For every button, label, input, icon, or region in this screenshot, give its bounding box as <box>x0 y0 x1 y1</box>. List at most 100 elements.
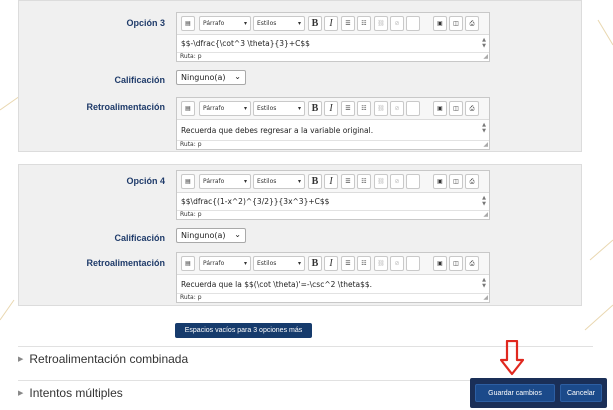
toolbar-toggle-icon[interactable]: ▤ <box>181 174 195 189</box>
media-icon[interactable]: ◫ <box>449 256 463 271</box>
chevron-down-icon: ▾ <box>243 178 247 185</box>
italic-button[interactable]: I <box>324 101 338 116</box>
chevron-down-icon: ▾ <box>297 260 301 267</box>
option3-feedback-label: Retroalimentación <box>86 102 165 112</box>
unlink-icon[interactable]: ⊘ <box>390 174 404 189</box>
resize-grip-icon[interactable]: ◢ <box>483 211 488 219</box>
file-manage-icon[interactable]: ⎙ <box>465 174 479 189</box>
ordered-list-icon[interactable]: ☷ <box>357 256 371 271</box>
cancel-button[interactable]: Cancelar <box>560 384 602 402</box>
scroll-arrows-icon[interactable]: ▲ ▼ <box>482 195 486 207</box>
unordered-list-icon[interactable]: ☰ <box>341 16 355 31</box>
section-title: Retroalimentación combinada <box>29 351 189 366</box>
option3-feedback-editor[interactable]: ▤ Párrafo ▾ Estilos ▾ B I ☰ ☷ ⛓ ⊘ ▣ ◫ ⎙ Re… <box>176 97 490 150</box>
editor-path: Ruta: p ◢ <box>177 140 489 149</box>
ordered-list-icon[interactable]: ☷ <box>357 174 371 189</box>
bold-button[interactable]: B <box>308 101 322 116</box>
option3-grade-label: Calificación <box>114 75 165 85</box>
bold-button[interactable]: B <box>308 174 322 189</box>
scroll-arrows-icon[interactable]: ▲ ▼ <box>482 277 486 289</box>
option4-label: Opción 4 <box>126 176 165 186</box>
editor-toolbar: ▤ Párrafo ▾ Estilos ▾ B I ☰ ☷ ⛓ ⊘ ▣ ◫ ⎙ <box>177 253 489 275</box>
paragraph-select[interactable]: Párrafo ▾ <box>199 174 251 189</box>
image-icon[interactable]: ▣ <box>433 256 447 271</box>
chevron-down-icon: ▾ <box>297 178 301 185</box>
styles-select[interactable]: Estilos ▾ <box>253 256 305 271</box>
editor-path: Ruta: p ◢ <box>177 210 489 219</box>
file-manage-icon[interactable]: ⎙ <box>465 256 479 271</box>
resize-grip-icon[interactable]: ◢ <box>483 141 488 149</box>
unlink-icon[interactable]: ⊘ <box>390 101 404 116</box>
blank-slots-button[interactable]: Espacios vacíos para 3 opciones más <box>175 323 312 338</box>
link-icon[interactable]: ⛓ <box>374 174 388 189</box>
italic-button[interactable]: I <box>324 174 338 189</box>
styles-select[interactable]: Estilos ▾ <box>253 16 305 31</box>
media-icon[interactable]: ◫ <box>449 174 463 189</box>
resize-grip-icon[interactable]: ◢ <box>483 53 488 61</box>
emoticon-icon[interactable] <box>406 16 420 31</box>
option4-grade-select[interactable]: Ninguno(a) ⌄ <box>176 228 246 243</box>
emoticon-icon[interactable] <box>406 256 420 271</box>
option3-answer-editor[interactable]: ▤ Párrafo ▾ Estilos ▾ B I ☰ ☷ ⛓ ⊘ ▣ ◫ ⎙ $$… <box>176 12 490 62</box>
toolbar-toggle-icon[interactable]: ▤ <box>181 256 195 271</box>
save-button[interactable]: Guardar cambios <box>475 384 555 402</box>
editor-path: Ruta: p ◢ <box>177 52 489 61</box>
chevron-down-icon: ▾ <box>243 260 247 267</box>
action-bar: Guardar cambios Cancelar <box>470 378 607 408</box>
option4-grade-label: Calificación <box>114 233 165 243</box>
paragraph-select[interactable]: Párrafo ▾ <box>199 101 251 116</box>
emoticon-icon[interactable] <box>406 174 420 189</box>
ordered-list-icon[interactable]: ☷ <box>357 16 371 31</box>
unordered-list-icon[interactable]: ☰ <box>341 174 355 189</box>
scroll-arrows-icon[interactable]: ▲ ▼ <box>482 122 486 134</box>
option3-panel: Opción 3 ▤ Párrafo ▾ Estilos ▾ B I ☰ ☷ ⛓ ⊘… <box>18 0 582 152</box>
answer-content[interactable]: $$\dfrac{(1-x^2)^{3/2}}{3x^3}+C$$ ▲ ▼ <box>177 193 489 210</box>
option4-answer-editor[interactable]: ▤ Párrafo ▾ Estilos ▾ B I ☰ ☷ ⛓ ⊘ ▣ ◫ ⎙ $$… <box>176 170 490 220</box>
link-icon[interactable]: ⛓ <box>374 101 388 116</box>
section-title: Intentos múltiples <box>29 385 123 400</box>
paragraph-select[interactable]: Párrafo ▾ <box>199 16 251 31</box>
chevron-down-icon: ▾ <box>243 105 247 112</box>
ordered-list-icon[interactable]: ☷ <box>357 101 371 116</box>
image-icon[interactable]: ▣ <box>433 101 447 116</box>
unordered-list-icon[interactable]: ☰ <box>341 101 355 116</box>
unordered-list-icon[interactable]: ☰ <box>341 256 355 271</box>
resize-grip-icon[interactable]: ◢ <box>483 294 488 302</box>
image-icon[interactable]: ▣ <box>433 16 447 31</box>
styles-select[interactable]: Estilos ▾ <box>253 174 305 189</box>
chevron-down-icon: ⌄ <box>234 230 241 239</box>
option4-feedback-editor[interactable]: ▤ Párrafo ▾ Estilos ▾ B I ☰ ☷ ⛓ ⊘ ▣ ◫ ⎙ Re… <box>176 252 490 303</box>
file-manage-icon[interactable]: ⎙ <box>465 16 479 31</box>
styles-select[interactable]: Estilos ▾ <box>253 101 305 116</box>
editor-path: Ruta: p ◢ <box>177 293 489 302</box>
bold-button[interactable]: B <box>308 256 322 271</box>
paragraph-select[interactable]: Párrafo ▾ <box>199 256 251 271</box>
editor-toolbar: ▤ Párrafo ▾ Estilos ▾ B I ☰ ☷ ⛓ ⊘ ▣ ◫ ⎙ <box>177 171 489 193</box>
italic-button[interactable]: I <box>324 256 338 271</box>
link-icon[interactable]: ⛓ <box>374 16 388 31</box>
media-icon[interactable]: ◫ <box>449 16 463 31</box>
toolbar-toggle-icon[interactable]: ▤ <box>181 16 195 31</box>
unlink-icon[interactable]: ⊘ <box>390 16 404 31</box>
italic-button[interactable]: I <box>324 16 338 31</box>
option3-label: Opción 3 <box>126 18 165 28</box>
feedback-content[interactable]: Recuerda que debes regresar a la variabl… <box>177 120 489 140</box>
chevron-down-icon: ▾ <box>297 105 301 112</box>
scroll-arrows-icon[interactable]: ▲ ▼ <box>482 37 486 49</box>
feedback-content[interactable]: Recuerda que la $$(\cot \theta)'=-\csc^2… <box>177 275 489 293</box>
file-manage-icon[interactable]: ⎙ <box>465 101 479 116</box>
arrow-down-icon <box>500 340 524 376</box>
link-icon[interactable]: ⛓ <box>374 256 388 271</box>
bold-button[interactable]: B <box>308 16 322 31</box>
answer-content[interactable]: $$-\dfrac{\cot^3 \theta}{3}+C$$ ▲ ▼ <box>177 35 489 52</box>
option3-grade-select[interactable]: Ninguno(a) ⌄ <box>176 70 246 85</box>
chevron-right-icon: ▶ <box>18 389 24 397</box>
toolbar-toggle-icon[interactable]: ▤ <box>181 101 195 116</box>
image-icon[interactable]: ▣ <box>433 174 447 189</box>
option4-feedback-label: Retroalimentación <box>86 258 165 268</box>
emoticon-icon[interactable] <box>406 101 420 116</box>
media-icon[interactable]: ◫ <box>449 101 463 116</box>
option4-panel: Opción 4 ▤ Párrafo ▾ Estilos ▾ B I ☰ ☷ ⛓ ⊘… <box>18 164 582 306</box>
chevron-down-icon: ▾ <box>297 20 301 27</box>
unlink-icon[interactable]: ⊘ <box>390 256 404 271</box>
